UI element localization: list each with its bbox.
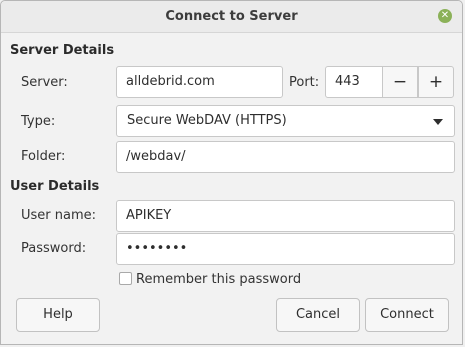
password-label: Password: (21, 241, 87, 256)
username-input[interactable]: APIKEY (116, 200, 455, 232)
connect-to-server-dialog: Connect to Server ✕ Server Details Serve… (0, 0, 463, 345)
server-input[interactable]: alldebrid.com (116, 66, 283, 98)
username-label: User name: (21, 208, 97, 223)
title-bar: Connect to Server ✕ (1, 1, 462, 33)
connect-button[interactable]: Connect (365, 298, 449, 332)
close-icon[interactable]: ✕ (438, 9, 452, 23)
port-decrement-button[interactable]: − (382, 66, 418, 98)
user-details-heading: User Details (10, 179, 100, 194)
chevron-down-icon (433, 119, 443, 125)
cancel-button[interactable]: Cancel (276, 298, 360, 332)
server-label: Server: (21, 75, 68, 90)
password-input[interactable]: •••••••• (116, 233, 455, 265)
port-increment-button[interactable]: + (418, 66, 454, 98)
server-details-heading: Server Details (10, 43, 115, 58)
folder-input[interactable]: /webdav/ (116, 141, 455, 173)
dialog-title: Connect to Server (165, 9, 298, 24)
port-input[interactable]: 443 (325, 66, 383, 98)
port-label: Port: (289, 75, 320, 90)
type-dropdown[interactable]: Secure WebDAV (HTTPS) (116, 105, 455, 137)
type-selected-value: Secure WebDAV (HTTPS) (127, 113, 287, 128)
type-label: Type: (21, 114, 56, 129)
folder-label: Folder: (21, 149, 66, 164)
remember-password-checkbox[interactable] (119, 272, 132, 285)
remember-password-label[interactable]: Remember this password (136, 272, 301, 287)
help-button[interactable]: Help (16, 298, 100, 332)
